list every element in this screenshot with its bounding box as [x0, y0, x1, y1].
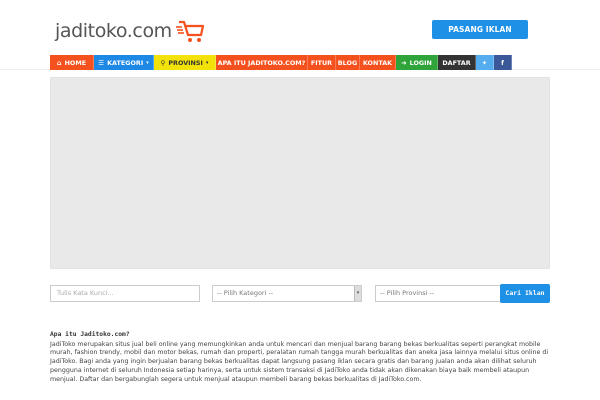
nav-item-label: KONTAK — [362, 58, 393, 67]
home-icon: ⌂ — [56, 58, 62, 67]
chevron-down-icon: ▾ — [146, 59, 149, 66]
main-nav: ⌂ HOME ☰ KATEGORI ▾ ⚲ PROVINSI ▾ APA ITU JADITOK… — [50, 55, 512, 70]
list-icon: ☰ — [98, 58, 105, 67]
keyword-input[interactable]: Tulis Kata Kunci... — [50, 285, 200, 302]
nav-item-label: PROVINSI — [168, 58, 203, 67]
dropdown-arrow-icon: ▾ — [354, 286, 361, 301]
shopping-cart-icon — [175, 20, 204, 42]
nav-item-apa-itu-jaditoko-com[interactable]: APA ITU JADITOKO.COM? — [216, 55, 308, 70]
nav-item-label: DAFTAR — [442, 58, 471, 67]
nav-item-label: APA ITU JADITOKO.COM? — [217, 58, 306, 67]
chevron-down-icon: ▾ — [205, 59, 209, 66]
category-select[interactable]: -- Pilih Kategori -- ▾ — [212, 285, 362, 302]
nav-item-label: FITUR — [310, 58, 333, 67]
category-select-value: -- Pilih Kategori -- — [217, 289, 274, 297]
nav-item-label: HOME — [64, 58, 87, 67]
nav-item-twitter[interactable]: ✦ — [476, 55, 494, 70]
nav-item-login[interactable]: ➜ LOGIN — [396, 55, 438, 70]
nav-item-label: KATEGORI — [107, 58, 144, 67]
nav-item-label: LOGIN — [409, 58, 432, 67]
site-logo[interactable]: jaditoko.com — [55, 18, 205, 44]
nav-item-fitur[interactable]: FITUR — [308, 55, 336, 70]
nav-item-kontak[interactable]: KONTAK — [360, 55, 396, 70]
twitter-icon: ✦ — [481, 58, 488, 67]
map-marker-icon: ⚲ — [160, 58, 166, 67]
facebook-icon: f — [501, 58, 504, 67]
about-title: Apa itu Jaditoko.com? — [50, 331, 130, 338]
province-select-value: -- Pilih Provinsi -- — [380, 289, 435, 297]
search-ads-button[interactable]: Cari Iklan — [500, 284, 550, 303]
banner-area — [50, 77, 550, 269]
nav-item-kategori[interactable]: ☰ KATEGORI ▾ — [94, 55, 154, 70]
post-ad-button[interactable]: PASANG IKLAN GRATIS — [432, 20, 528, 53]
nav-item-facebook[interactable]: f — [494, 55, 512, 70]
about-body: JadiToko merupakan situs jual beli onlin… — [50, 340, 549, 383]
about-section: Apa itu Jaditoko.com? JadiToko merupakan… — [50, 331, 550, 384]
nav-item-home[interactable]: ⌂ HOME — [50, 55, 94, 70]
nav-item-provinsi[interactable]: ⚲ PROVINSI ▾ — [154, 55, 216, 70]
sign-in-icon: ➜ — [401, 58, 407, 67]
logo-text: jaditoko.com — [55, 20, 172, 42]
nav-item-daftar[interactable]: DAFTAR — [438, 55, 476, 70]
nav-item-blog[interactable]: BLOG — [336, 55, 360, 70]
nav-item-label: BLOG — [337, 58, 358, 67]
